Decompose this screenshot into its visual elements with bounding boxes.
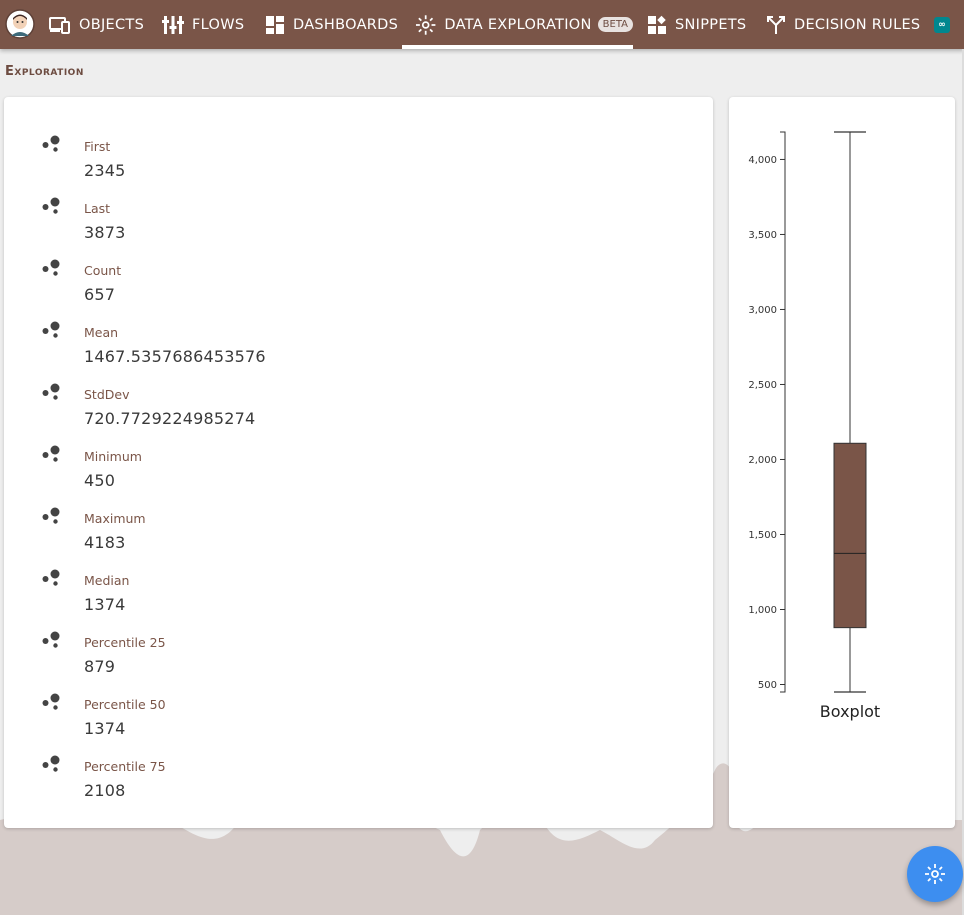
stat-item: Last 3873 [4,195,604,257]
stat-label: Mean [84,325,119,340]
stat-item: Percentile 75 2108 [4,753,604,815]
snippets-icon [648,15,666,34]
y-tick-label: 1,500 [748,530,777,541]
explore-icon [415,14,436,35]
bubble-dots-icon [42,259,60,276]
dashboard-icon [266,15,284,34]
top-navigation-bar: OBJECTS FLOWS DASHBOARDS DATA EXPLORATIO… [0,0,964,49]
stat-label: First [84,139,111,154]
stat-item: Minimum 450 [4,443,604,505]
nav-tab-flows-label: FLOWS [192,16,245,33]
stat-item: StdDev 720.7729224985274 [4,381,604,443]
nav-tab-flows[interactable]: FLOWS [162,0,244,49]
stat-item: Percentile 25 879 [4,629,604,691]
bubble-dots-icon [42,755,60,772]
bubble-dots-icon [42,135,60,152]
stat-value: 657 [84,285,116,304]
devices-icon [49,16,70,34]
stat-label: Maximum [84,511,146,526]
bubble-dots-icon [42,507,60,524]
stat-item: Median 1374 [4,567,604,629]
nav-tab-snippets-label: SNIPPETS [675,16,747,33]
y-tick-label: 3,000 [748,305,777,316]
stat-label: Percentile 25 [84,635,166,650]
x-axis-label: Boxplot [820,702,880,721]
nav-tab-dashboards-label: DASHBOARDS [293,16,399,33]
statistics-card: First 2345 Last 3873 Count 657 Mean 1467.535768… [4,97,713,828]
y-tick-label: 4,000 [748,155,777,166]
stat-value: 1374 [84,719,126,738]
stat-value: 720.7729224985274 [84,409,256,428]
bubble-dots-icon [42,383,60,400]
bubble-dots-icon [42,631,60,648]
page-title: Exploration [5,64,84,79]
y-tick-label: 500 [758,680,777,691]
integration-logo-icon[interactable]: ∞ [934,17,950,33]
nav-tab-decision-rules-label: DECISION RULES [794,16,921,33]
flows-icon [162,15,184,34]
stat-value: 3873 [84,223,126,242]
stat-value: 1374 [84,595,126,614]
stat-label: StdDev [84,387,130,402]
bubble-dots-icon [42,569,60,586]
y-tick-label: 2,000 [748,455,777,466]
nav-tab-data-exploration-label: DATA EXPLORATION [444,16,592,33]
nav-tab-objects[interactable]: OBJECTS [49,0,144,49]
stat-label: Percentile 75 [84,759,166,774]
y-axis-line [780,131,786,693]
explore-fab-button[interactable] [907,846,963,902]
y-tick-label: 2,500 [748,380,777,391]
beta-badge: BETA [597,17,633,32]
stat-label: Minimum [84,449,142,464]
stat-item: Percentile 50 1374 [4,691,604,753]
nav-tab-data-exploration[interactable]: DATA EXPLORATION BETA [402,0,633,49]
user-avatar-icon[interactable] [5,9,35,39]
stat-value: 2108 [84,781,126,800]
stat-item: First 2345 [4,133,604,195]
stat-value: 4183 [84,533,126,552]
nav-tab-dashboards[interactable]: DASHBOARDS [265,0,398,49]
y-tick-label: 1,000 [748,605,777,616]
y-tick-label: 3,500 [748,230,777,241]
nav-tab-decision-rules[interactable]: DECISION RULES [766,0,920,49]
stat-label: Median [84,573,130,588]
stat-item: Count 657 [4,257,604,319]
stat-value: 1467.5357686453576 [84,347,266,366]
stat-item: Maximum 4183 [4,505,604,567]
bubble-dots-icon [42,693,60,710]
stat-value: 2345 [84,161,126,180]
bubble-dots-icon [42,321,60,338]
stat-item: Mean 1467.5357686453576 [4,319,604,381]
boxplot-card: 500 1,000 1,500 2,000 2,500 3,000 3,500 4,000 Bo… [729,97,955,828]
fork-icon [767,15,785,34]
stat-value: 879 [84,657,116,676]
boxplot-chart: 500 1,000 1,500 2,000 2,500 3,000 3,500 4,000 Bo… [748,131,880,721]
stat-label: Count [84,263,122,278]
nav-tab-snippets[interactable]: SNIPPETS [647,0,746,49]
stat-value: 450 [84,471,116,490]
explore-icon [925,864,945,884]
nav-tab-objects-label: OBJECTS [79,16,145,33]
stat-label: Last [84,201,111,216]
bubble-dots-icon [42,197,60,214]
bubble-dots-icon [42,445,60,462]
stat-label: Percentile 50 [84,697,166,712]
iqr-box [833,442,867,629]
